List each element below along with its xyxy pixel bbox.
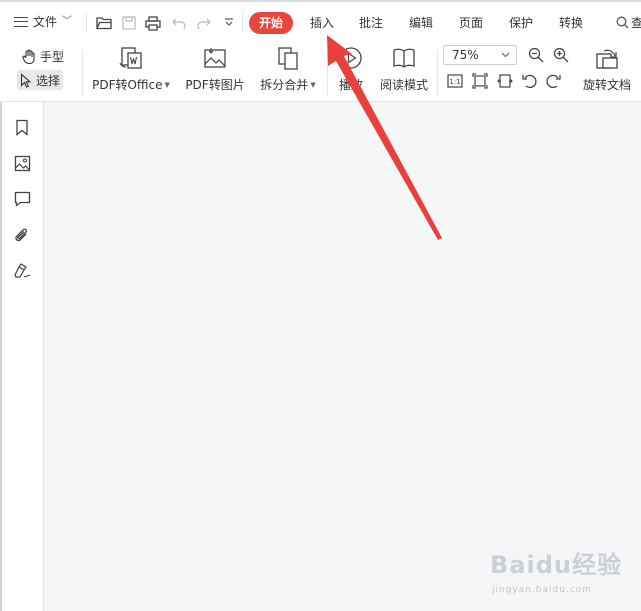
tab-insert[interactable]: 插入 (309, 12, 335, 34)
undo-icon[interactable] (170, 14, 188, 32)
attachment-icon[interactable] (12, 225, 32, 245)
tab-page[interactable]: 页面 (458, 12, 484, 34)
fit-width-icon[interactable] (496, 72, 514, 90)
customize-dropdown-icon[interactable] (220, 14, 238, 32)
divider (86, 14, 87, 32)
split-merge-label: 拆分合并 (260, 78, 309, 92)
chevron-down-icon: ﹀ (62, 16, 73, 27)
redo-icon[interactable] (195, 14, 213, 32)
play-label: 播放 (338, 78, 363, 92)
select-tool-button[interactable]: 选择 (17, 70, 64, 90)
left-sidebar (0, 102, 44, 611)
pdf-to-office-label: PDF转Office (92, 78, 163, 92)
rotate-document-label: 旋转文档 (582, 78, 631, 92)
zoom-value: 75% (452, 48, 479, 62)
split-merge-button[interactable]: 拆分合并 ▼ (259, 44, 317, 96)
document-canvas[interactable] (45, 102, 641, 611)
pdf-to-image-button[interactable]: PDF转图片 (185, 44, 245, 96)
zoom-select[interactable]: 75% (443, 45, 517, 65)
save-icon[interactable] (120, 14, 138, 32)
pdf-to-image-icon (201, 44, 229, 72)
search-icon (616, 16, 629, 29)
fit-page-icon[interactable] (471, 72, 489, 90)
file-menu-label: 文件 (33, 15, 58, 29)
bookmark-icon[interactable] (12, 117, 32, 137)
actual-size-icon[interactable]: 1:1 (446, 72, 464, 90)
hand-tool-label: 手型 (40, 49, 65, 64)
menu-bar: 文件 ﹀ 开始 插入 批注 编辑 页面 保护 转换 查 (0, 0, 641, 42)
image-thumbnail-icon[interactable] (12, 153, 32, 173)
divider (82, 50, 83, 96)
tab-convert[interactable]: 转换 (558, 12, 584, 34)
zoom-out-icon[interactable] (527, 46, 545, 64)
comment-icon[interactable] (12, 189, 32, 209)
watermark-url: jingyan.baidu.com (492, 585, 593, 595)
tab-home[interactable]: 开始 (249, 12, 294, 34)
tab-protect[interactable]: 保护 (508, 12, 534, 34)
open-folder-icon[interactable] (95, 14, 113, 32)
rotate-right-icon[interactable] (545, 72, 563, 90)
split-merge-icon (274, 44, 302, 72)
hand-icon (22, 48, 35, 64)
svg-text:1:1: 1:1 (449, 78, 460, 86)
rotate-left-icon[interactable] (520, 72, 538, 90)
divider (437, 50, 438, 96)
window-edge (0, 102, 2, 611)
tab-edit[interactable]: 编辑 (408, 12, 434, 34)
pdf-to-image-label: PDF转图片 (185, 78, 245, 92)
tab-annotate[interactable]: 批注 (358, 12, 384, 34)
reading-mode-label: 阅读模式 (379, 78, 428, 92)
hamburger-icon (14, 17, 28, 27)
pdf-to-office-button[interactable]: PDF转Office ▼ (92, 44, 170, 96)
chevron-down-icon (501, 52, 510, 58)
rotate-document-icon (593, 44, 621, 72)
dropdown-caret-icon: ▼ (310, 80, 316, 89)
signature-icon[interactable] (12, 261, 32, 281)
open-book-icon (390, 44, 418, 72)
cursor-arrow-icon (20, 72, 32, 88)
dropdown-caret-icon: ▼ (164, 80, 170, 89)
print-icon[interactable] (144, 14, 162, 32)
divider (242, 14, 243, 32)
play-icon (337, 44, 365, 72)
reading-mode-button[interactable]: 阅读模式 (378, 44, 430, 96)
divider (327, 50, 328, 96)
file-menu-button[interactable]: 文件 ﹀ (14, 10, 72, 34)
watermark: Baidu经验 jingyan.baidu.com (490, 545, 630, 605)
search-tab[interactable]: 查 (616, 14, 641, 31)
search-tab-label: 查 (631, 16, 641, 30)
rotate-document-button[interactable]: 旋转文档 (580, 44, 634, 96)
select-tool-label: 选择 (36, 73, 61, 88)
zoom-in-icon[interactable] (552, 46, 570, 64)
play-button[interactable]: 播放 (336, 44, 366, 96)
pdf-to-office-icon (117, 44, 145, 72)
watermark-brand: Baidu经验 (490, 551, 622, 579)
hand-tool-button[interactable]: 手型 (19, 46, 67, 66)
